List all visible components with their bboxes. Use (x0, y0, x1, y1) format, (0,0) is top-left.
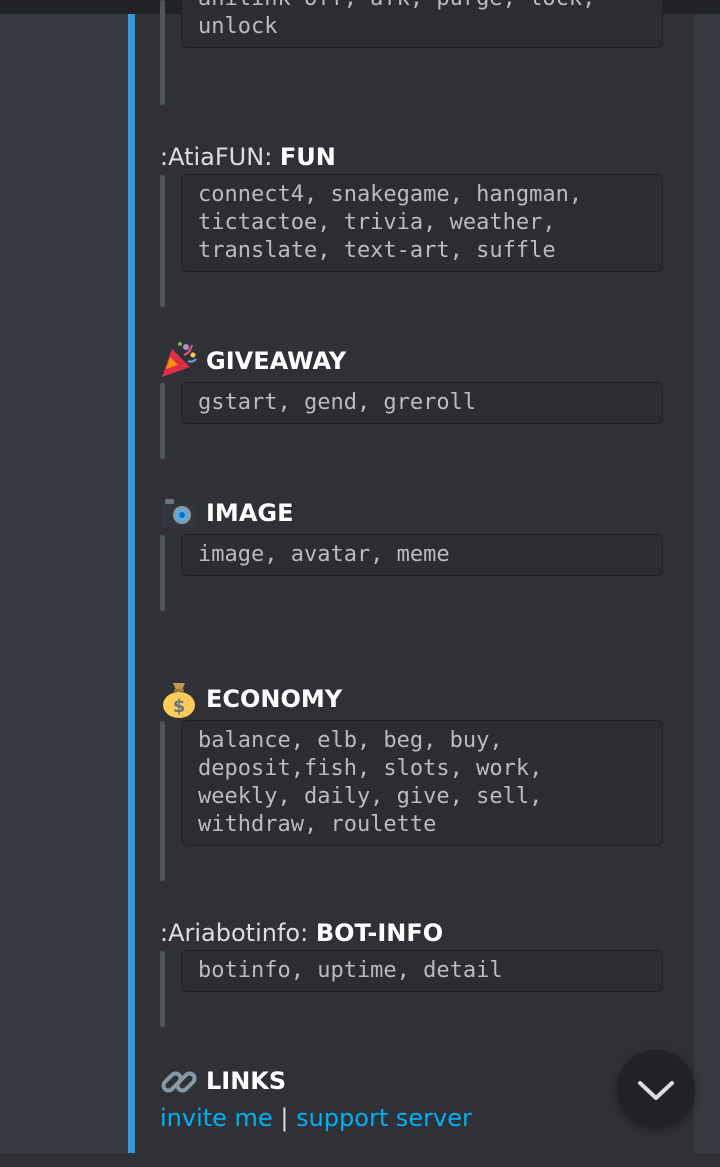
image-heading: IMAGE (206, 499, 294, 527)
giveaway-commands-code: gstart, gend, greroll (181, 382, 663, 424)
botinfo-commands-code: botinfo, uptime, detail (181, 950, 663, 992)
quote-bar (160, 535, 165, 611)
botinfo-heading: BOT-INFO (315, 919, 444, 947)
quote-bar (160, 951, 165, 1027)
moderation-commands-code: anilink-off, afk, purge, lock, unlock (181, 0, 663, 48)
botinfo-field-title: :Ariabotinfo: BOT-INFO (160, 918, 443, 948)
economy-commands-code: balance, elb, beg, buy, deposit,fish, sl… (181, 720, 663, 846)
svg-text:$: $ (173, 696, 186, 717)
link-separator: | (280, 1104, 289, 1132)
bottom-bar (0, 1153, 720, 1167)
links-heading: LINKS (206, 1067, 287, 1095)
quote-bar (160, 383, 165, 459)
links-row: invite me | support server (160, 1104, 472, 1132)
fun-prefix: :AtiaFUN: (160, 143, 280, 171)
fun-commands-code: connect4, snakegame, hangman, tictactoe,… (181, 174, 663, 272)
chevron-down-icon (638, 1081, 674, 1100)
money-bag-icon: $ (160, 683, 198, 718)
camera-icon (160, 499, 198, 529)
quote-bar (160, 0, 165, 105)
economy-field-title: $ ECONOMY (160, 683, 343, 718)
image-commands-code: image, avatar, meme (181, 534, 663, 576)
link-icon (160, 1067, 198, 1097)
links-field-title: LINKS (160, 1066, 286, 1097)
party-popper-icon (160, 342, 198, 377)
fun-heading: FUN (279, 143, 336, 171)
quote-bar (160, 175, 165, 307)
jump-to-bottom-button[interactable] (617, 1050, 695, 1128)
economy-heading: ECONOMY (206, 685, 343, 713)
fun-field-title: :AtiaFUN: FUN (160, 142, 336, 172)
quote-bar (160, 721, 165, 881)
giveaway-heading: GIVEAWAY (206, 347, 347, 375)
support-server-link[interactable]: support server (296, 1104, 472, 1132)
botinfo-prefix: :Ariabotinfo: (160, 919, 316, 947)
image-field-title: IMAGE (160, 498, 293, 529)
invite-link[interactable]: invite me (160, 1104, 273, 1132)
giveaway-field-title: GIVEAWAY (160, 342, 347, 377)
